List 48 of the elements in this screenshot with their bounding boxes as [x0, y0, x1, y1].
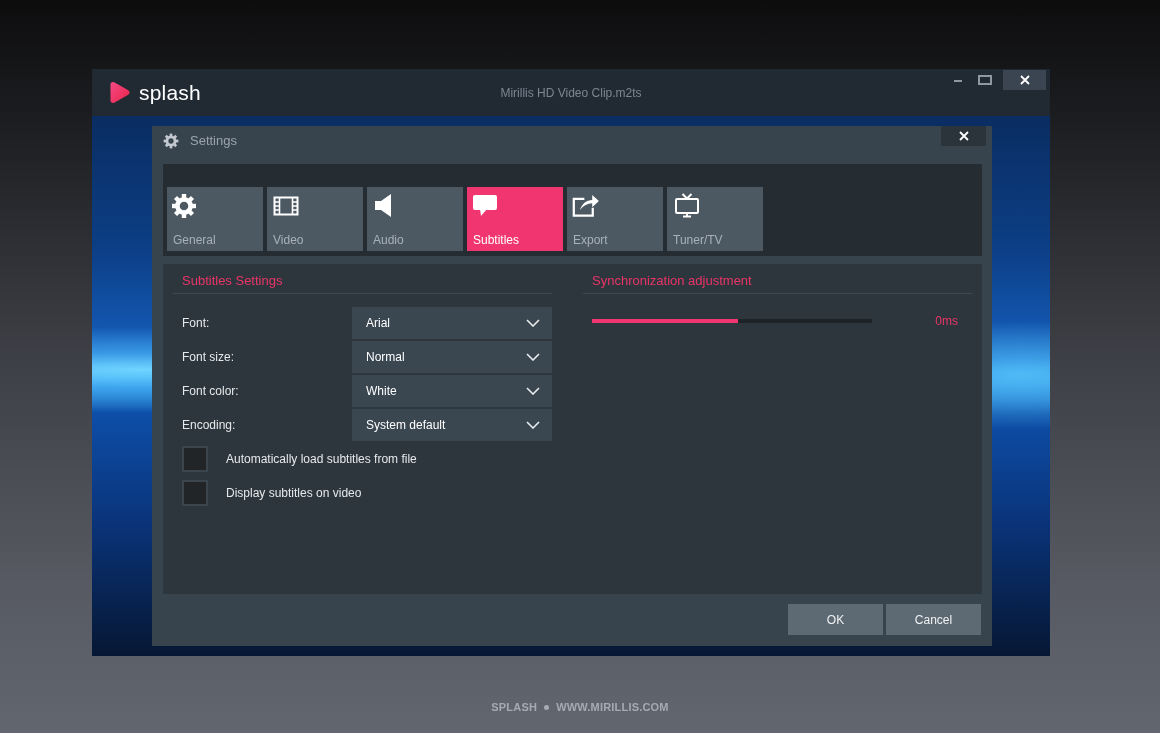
gear-icon — [163, 133, 179, 149]
box-arrow-icon — [571, 193, 600, 218]
close-icon — [1019, 75, 1030, 85]
play-logo-icon — [108, 81, 130, 104]
field-label: Encoding: — [181, 417, 237, 433]
chevron-down-icon — [526, 353, 540, 361]
field-label: Font size: — [181, 349, 236, 365]
chevron-down-icon — [526, 319, 540, 327]
tv-icon — [674, 193, 700, 218]
checkbox[interactable] — [182, 446, 208, 472]
close-button[interactable] — [1003, 70, 1046, 90]
separator-dot-icon — [544, 704, 550, 710]
app-name: splash — [139, 80, 201, 105]
settings-tab[interactable]: Video — [267, 187, 363, 251]
ok-button[interactable]: OK — [788, 604, 883, 635]
checkbox-label: Display subtitles on video — [226, 485, 362, 501]
field-label: Font color: — [181, 383, 240, 399]
dialog-title: Settings — [190, 133, 237, 149]
settings-tab[interactable]: Tuner/TV — [667, 187, 763, 251]
maximize-icon — [978, 75, 992, 85]
settings-tab[interactable]: Audio — [367, 187, 463, 251]
gear-icon — [171, 192, 197, 219]
slider-reading: 0ms — [935, 313, 958, 329]
dropdown[interactable]: Normal — [352, 341, 552, 373]
window-title: Mirillis HD Video Clip.m2ts — [500, 84, 642, 101]
speech-bubble-icon — [472, 194, 498, 217]
section-heading: Synchronization adjustment — [592, 273, 752, 289]
settings-tab[interactable]: Export — [567, 187, 663, 251]
film-strip-icon — [273, 195, 299, 216]
close-icon — [958, 131, 969, 141]
cancel-button[interactable]: Cancel — [886, 604, 981, 635]
section-heading: Subtitles Settings — [182, 273, 283, 289]
footer-brand: SPLASH — [491, 700, 538, 714]
settings-tab[interactable]: General — [167, 187, 263, 251]
checkbox-label: Automatically load subtitles from file — [226, 451, 417, 467]
close-button[interactable] — [941, 126, 986, 146]
website-url: WWW.MIRILLIS.COM — [556, 700, 669, 714]
dropdown[interactable]: Arial — [352, 307, 552, 339]
chevron-down-icon — [526, 421, 540, 429]
minimize-icon — [954, 80, 962, 82]
settings-tab[interactable]: Subtitles — [467, 187, 563, 251]
slider-track[interactable] — [592, 319, 872, 323]
speaker-icon — [375, 194, 391, 217]
field-label: Font: — [181, 315, 211, 331]
dropdown[interactable]: White — [352, 375, 552, 407]
checkbox[interactable] — [182, 480, 208, 506]
chevron-down-icon — [526, 387, 540, 395]
dropdown[interactable]: System default — [352, 409, 552, 441]
